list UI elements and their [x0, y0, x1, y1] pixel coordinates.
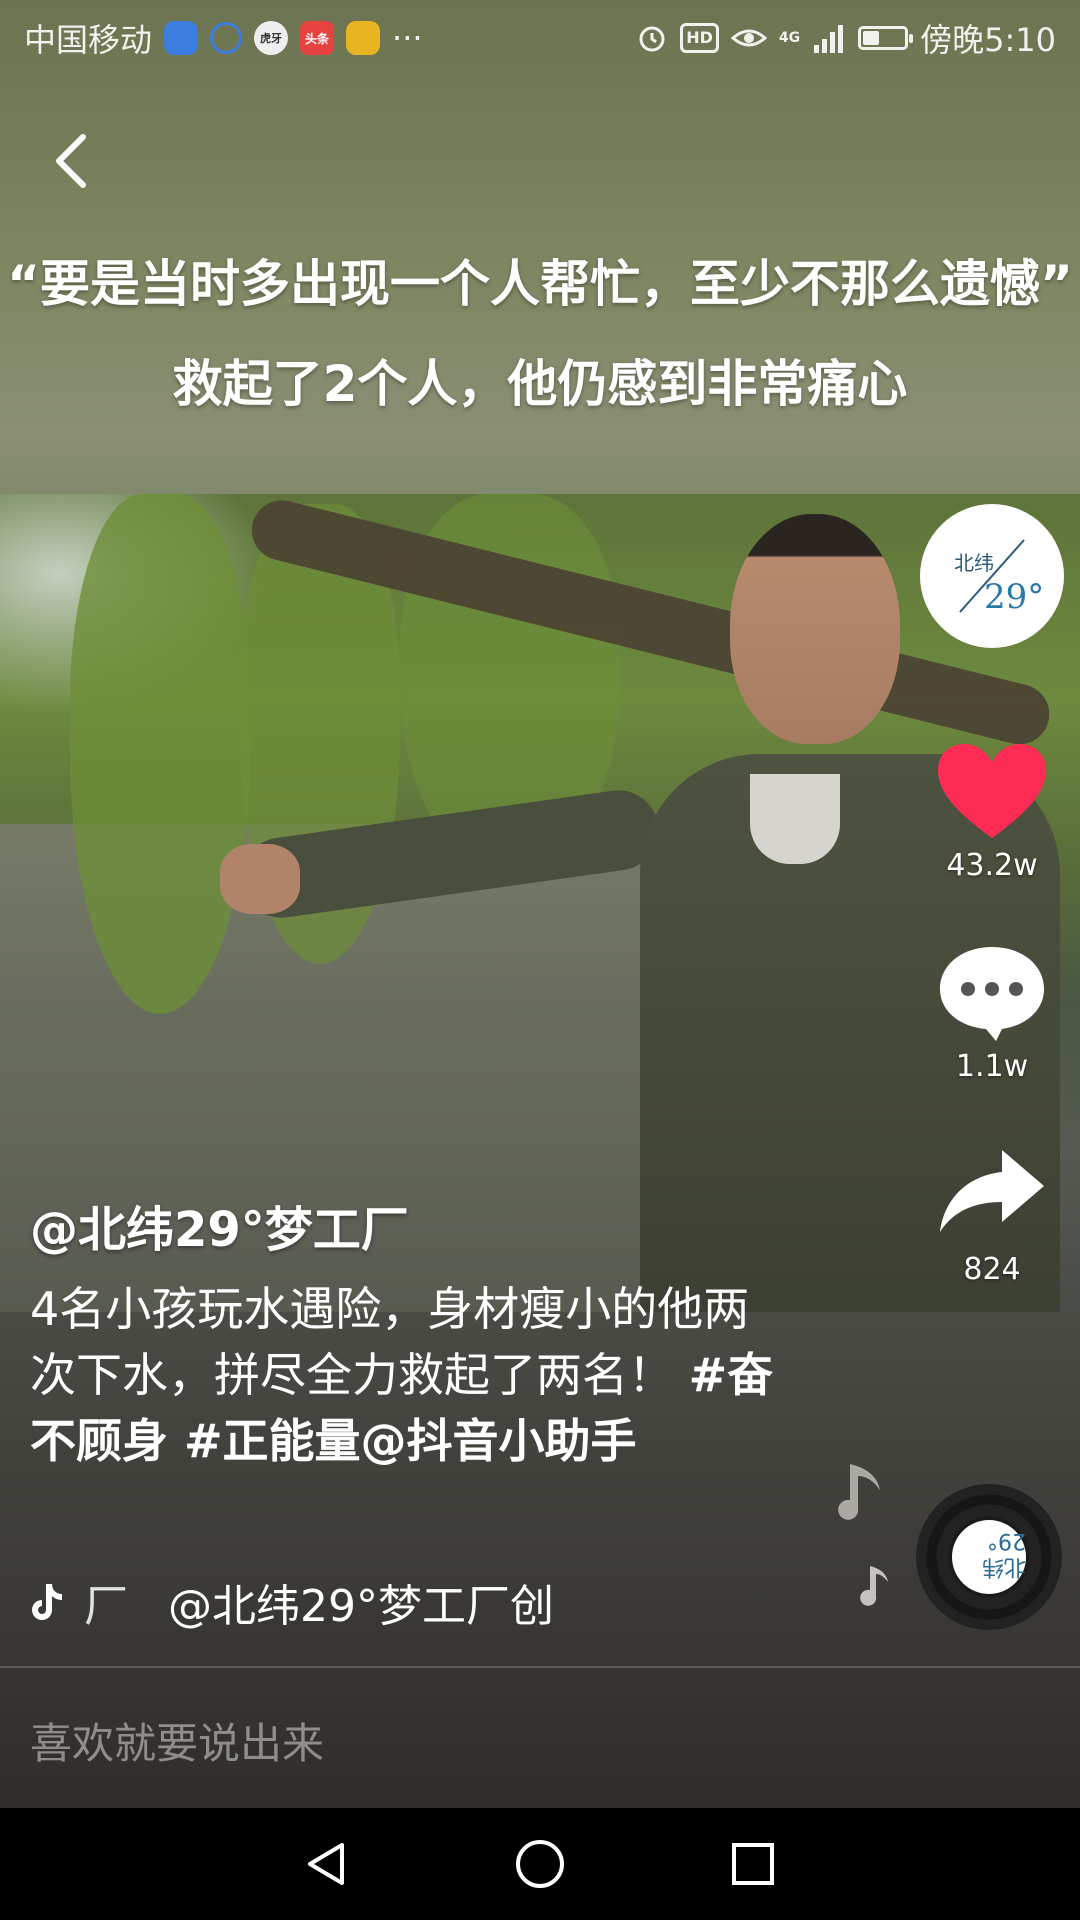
floating-music-note-icon — [838, 1464, 880, 1520]
video-caption-line-2: 救起了2个人，他仍感到非常痛心 — [172, 355, 908, 413]
system-navigation-bar — [0, 1808, 1080, 1920]
comment-input[interactable]: 喜欢就要说出来 — [30, 1710, 324, 1771]
clock: 傍晚5:10 — [920, 21, 1056, 59]
heart-icon — [938, 744, 1046, 838]
author-handle[interactable]: @北纬29°梦工厂 — [30, 1190, 409, 1260]
battery-icon — [858, 26, 914, 50]
tiktok-note-icon — [32, 1584, 62, 1620]
comment-divider — [0, 1666, 1080, 1668]
music-prefix: 厂 — [84, 1581, 128, 1632]
post-description: 4名小孩玩水遇险，身材瘦小的他两次下水，拼尽全力救起了两名！ #奋不顾身 #正能… — [30, 1276, 790, 1474]
status-right: HD 4G 傍晚5:10 — [636, 15, 1056, 61]
music-record-disc[interactable]: 北纬29° — [916, 1484, 1062, 1630]
comment-bubble-icon — [940, 947, 1044, 1041]
person-hand — [220, 844, 300, 914]
avatar-text-num: 29° — [984, 577, 1044, 617]
triangle-back-icon — [307, 1843, 344, 1885]
action-rail: 北纬 29° 43.2w 1.1w 824 — [920, 504, 1064, 1287]
circle-home-icon — [515, 1840, 564, 1888]
status-bar: 中国移动 虎牙 头条 ··· HD 4G 傍晚5:10 — [0, 0, 1080, 76]
comment-count: 1.1w — [955, 1049, 1029, 1084]
signal-icon — [814, 25, 844, 53]
push-to-talk-icon — [210, 22, 243, 54]
eye-comfort-icon — [730, 29, 767, 47]
hashtag-mention-link[interactable]: #正能量@抖音小助手 — [168, 1414, 637, 1468]
avatar-text-top: 北纬 — [954, 551, 994, 575]
nav-recents-button[interactable] — [723, 1834, 783, 1894]
video-caption-line-1: “要是当时多出现一个人帮忙，至少不那么遗憾” — [7, 255, 1073, 313]
floating-music-note-icon — [860, 1566, 888, 1606]
like-button[interactable] — [936, 742, 1048, 842]
more-notifications-icon: ··· — [392, 19, 423, 57]
person-head — [730, 514, 900, 744]
square-recents-icon — [732, 1843, 775, 1885]
author-avatar[interactable]: 北纬 29° — [920, 504, 1064, 648]
alarm-icon — [639, 26, 665, 52]
music-info[interactable]: 厂 @北纬29°梦工厂创 — [30, 1570, 554, 1634]
hd-icon: HD — [680, 23, 719, 53]
huya-icon: 虎牙 — [254, 21, 289, 55]
music-title: @北纬29°梦工厂创 — [168, 1581, 554, 1632]
chevron-left-icon — [56, 134, 86, 188]
share-arrow-icon — [940, 1150, 1044, 1232]
qq-icon — [164, 21, 199, 55]
toutiao-icon: 头条 — [300, 21, 335, 55]
comment-button[interactable] — [936, 943, 1048, 1043]
battery-level — [863, 31, 880, 45]
back-button[interactable] — [36, 126, 106, 196]
status-left: 中国移动 虎牙 头条 ··· — [24, 15, 423, 61]
person-shirt — [750, 774, 840, 864]
author-logo-icon: 北纬 29° — [954, 539, 1044, 617]
nav-back-button[interactable] — [297, 1834, 357, 1894]
carrier-label: 中国移动 — [24, 21, 153, 59]
share-count: 824 — [963, 1252, 1021, 1287]
network-type-label: 4G — [778, 30, 801, 46]
share-button[interactable] — [936, 1146, 1048, 1246]
video-player[interactable]: 中国移动 虎牙 头条 ··· HD 4G 傍晚5:10 “要是当时多出现一个人帮… — [0, 0, 1080, 1808]
description-text: 4名小孩玩水遇险，身材瘦小的他两次下水，拼尽全力救起了两名！ — [30, 1282, 750, 1402]
fish-icon — [346, 21, 381, 55]
nav-home-button[interactable] — [510, 1834, 570, 1894]
willow-tree — [70, 494, 250, 1014]
like-count: 43.2w — [946, 848, 1038, 883]
record-label: 北纬29° — [952, 1520, 1026, 1594]
